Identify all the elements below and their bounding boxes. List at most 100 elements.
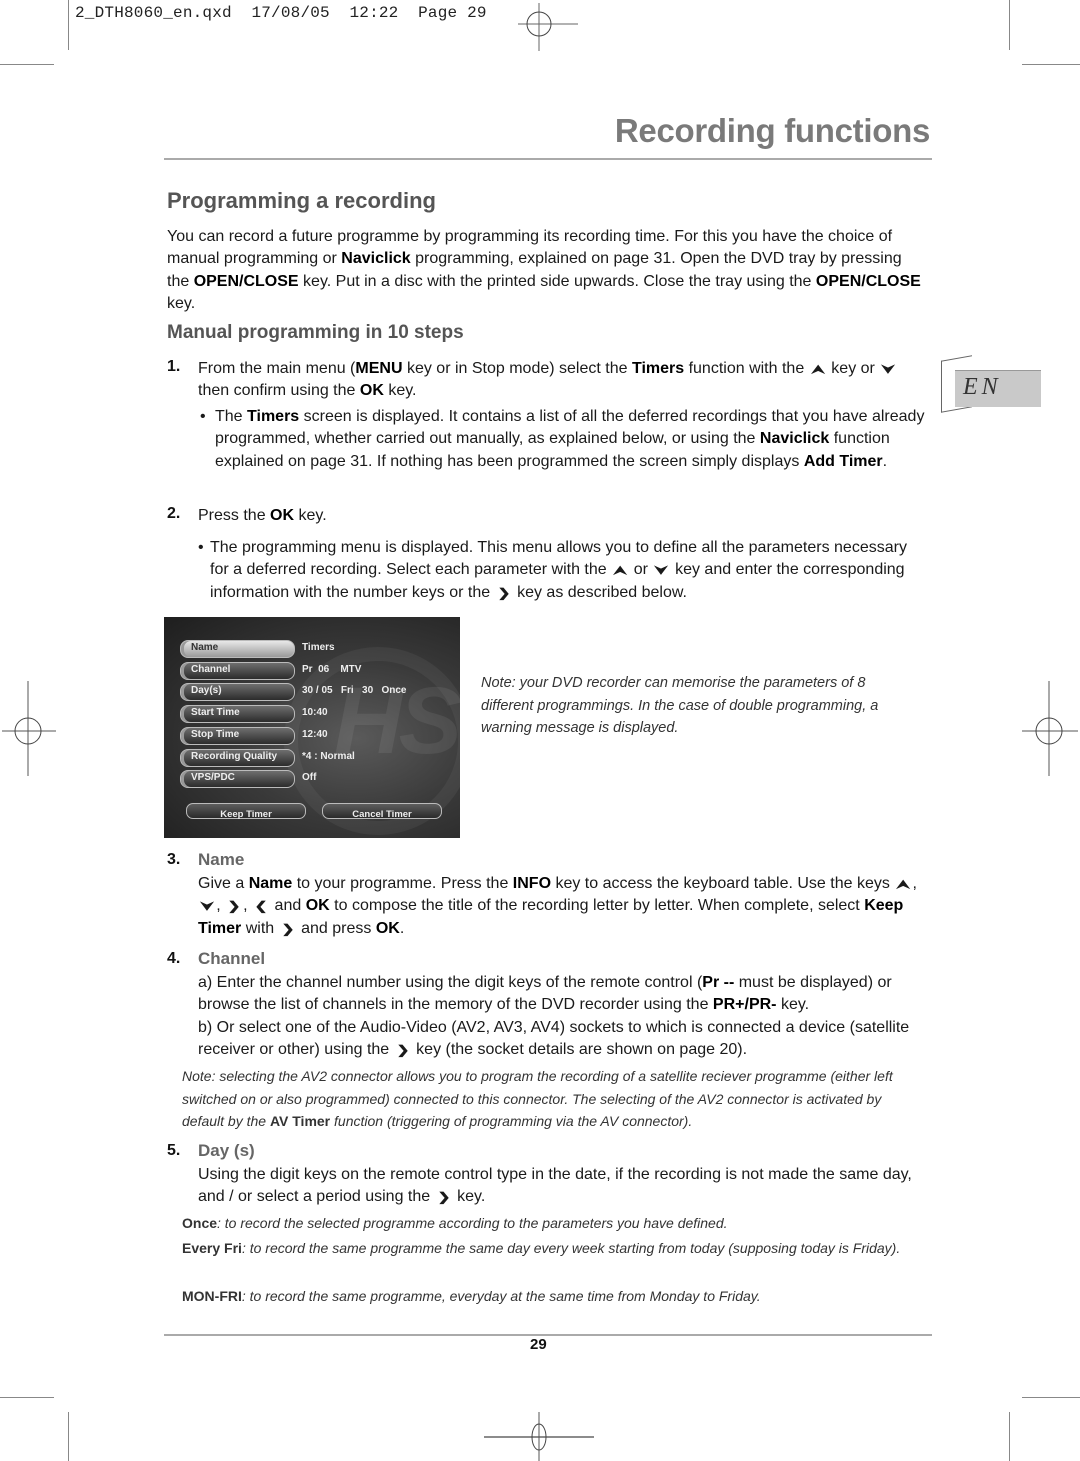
osd-field-label-button[interactable]: VPS/PDC (180, 770, 295, 789)
key-term: Once (182, 1215, 218, 1231)
name-body: Give a Name to your programme. Press the… (198, 873, 933, 940)
step-number: 5. (167, 1142, 181, 1159)
av2-note: Note: selecting the AV2 connector allows… (182, 1068, 893, 1129)
step-2-bullet: The programming menu is displayed. This … (210, 537, 930, 604)
key-term: OK (270, 507, 295, 524)
key-term: Timers (631, 360, 685, 377)
key-term: PR+/PR- (712, 996, 777, 1014)
osd-field-label-button[interactable]: Channel (180, 661, 295, 680)
step-2-text: Press the OK key. (198, 507, 327, 524)
registration-mark-icon (2, 681, 56, 776)
key-term: OPEN/CLOSE (815, 272, 921, 290)
key-term: Every Fri (182, 1240, 242, 1256)
key-term: OPEN/CLOSE (193, 272, 299, 290)
osd-field-label: Channel (191, 663, 231, 675)
osd-field-label: Name (191, 642, 219, 653)
chapter-title: Recording functions (614, 112, 930, 149)
header-rule (164, 158, 932, 160)
registration-mark-icon (518, 3, 578, 51)
memory-note: Note: your DVD recorder can memorise the… (481, 675, 879, 736)
right-arrow-icon: ❯ (281, 921, 295, 936)
key-term: Keep Timer (198, 897, 904, 937)
subsection-title: Manual programming in 10 steps (167, 322, 464, 343)
crop-mark (1022, 1397, 1080, 1398)
osd-field-label: Recording Quality (191, 750, 278, 762)
key-term: Add Timer (803, 452, 883, 470)
crop-mark (1009, 1412, 1010, 1461)
key-term: Naviclick (759, 430, 830, 448)
key-term: Naviclick (341, 250, 411, 268)
file-slug: 2_DTH8060_en.qxd 17/08/05 12:22 Page 29 (75, 4, 487, 22)
osd-field-row[interactable]: Name Timers (180, 640, 460, 658)
osd-field-label: Day(s) (191, 685, 222, 697)
crop-mark (0, 1397, 54, 1398)
channel-option-b: b) Or select one of the Audio-Video (AV2… (198, 1017, 928, 1062)
right-arrow-icon: ❯ (227, 899, 241, 914)
day-option-once: Once: to record the selected programme a… (182, 1215, 728, 1231)
cancel-timer-button[interactable]: Cancel Timer (322, 803, 442, 820)
crop-mark (68, 1412, 69, 1461)
step-number: 2. (167, 505, 181, 522)
timer-programming-screenshot: HSO NameTimersChannelPr 06 MTVDay(s)30 /… (164, 617, 460, 838)
osd-field-label-button[interactable]: Day(s) (180, 683, 295, 702)
key-term: AV Timer (269, 1113, 331, 1129)
down-arrow-icon: ⮟ (654, 563, 669, 578)
registration-mark-icon (484, 1412, 594, 1461)
osd-field-row[interactable]: Stop Time 12:40 (180, 726, 460, 745)
osd-field-value: 30 / 05 Fri 30 Once (302, 685, 407, 697)
osd-field-row[interactable]: Day(s) 30 / 05 Fri 30 Once (180, 683, 460, 702)
osd-field-label-button[interactable]: Start Time (180, 705, 295, 724)
section-title: Programming a recording (167, 188, 436, 213)
days-heading: Day (s) (198, 1141, 255, 1160)
osd-field-label: Stop Time (191, 728, 240, 740)
osd-field-value: Off (302, 772, 317, 784)
step-number: 4. (167, 950, 181, 967)
osd-field-value: 10:40 (302, 707, 328, 719)
step-number: 3. (167, 851, 181, 868)
registration-mark-icon (1022, 681, 1078, 776)
days-body: Using the digit keys on the remote contr… (198, 1164, 928, 1209)
right-arrow-icon: ❯ (396, 1043, 410, 1058)
osd-field-label-button[interactable]: Stop Time (180, 726, 295, 745)
osd-field-row[interactable]: Recording Quality *4 : Normal (180, 748, 460, 767)
key-term: Name (248, 875, 293, 892)
language-tab: EN (955, 370, 1041, 407)
up-arrow-icon: ⮝ (613, 563, 627, 578)
osd-field-value: 12:40 (302, 728, 328, 740)
key-term: OK (375, 919, 400, 937)
step-number: 1. (167, 358, 181, 375)
crop-mark (1022, 64, 1080, 65)
osd-field-label-button[interactable]: Name (180, 640, 295, 658)
osd-field-row[interactable]: VPS/PDC Off (180, 770, 460, 789)
osd-field-value: Timers (302, 642, 335, 653)
day-option-mon-fri: MON-FRI: to record the same programme, e… (182, 1288, 761, 1304)
key-term: OK (359, 382, 384, 400)
down-arrow-icon: ⮟ (881, 362, 896, 376)
bullet-marker: • (198, 539, 204, 556)
step-1-text: From the main menu (MENU key or in Stop … (198, 360, 896, 400)
osd-field-row[interactable]: Start Time 10:40 (180, 705, 460, 724)
key-term: INFO (512, 875, 552, 892)
osd-field-label: Start Time (191, 707, 240, 719)
key-term: MON-FRI (182, 1288, 242, 1304)
key-term: MENU (355, 360, 403, 377)
osd-field-value: *4 : Normal (302, 750, 355, 762)
key-term: Pr -- (702, 974, 735, 991)
intro-paragraph: You can record a future programme by pro… (167, 228, 921, 313)
crop-mark (68, 0, 69, 50)
name-heading: Name (198, 850, 245, 869)
down-arrow-icon: ⮟ (200, 899, 214, 914)
osd-field-label-button[interactable]: Recording Quality (180, 748, 295, 767)
osd-field-label: VPS/PDC (191, 772, 235, 784)
osd-field-value: Pr 06 MTV (302, 663, 362, 675)
channel-option-a: a) Enter the channel number using the di… (198, 974, 892, 1014)
keep-timer-button[interactable]: Keep Timer (186, 803, 306, 820)
crop-mark (0, 64, 54, 65)
day-option-every-fri: Every Fri: to record the same programme … (182, 1240, 901, 1256)
up-arrow-icon: ⮝ (896, 877, 911, 891)
footer-rule (164, 1334, 932, 1336)
up-arrow-icon: ⮝ (811, 362, 825, 376)
bullet-marker: • (200, 408, 206, 425)
left-arrow-icon: ❮ (254, 899, 268, 914)
osd-field-row[interactable]: Channel Pr 06 MTV (180, 661, 460, 680)
